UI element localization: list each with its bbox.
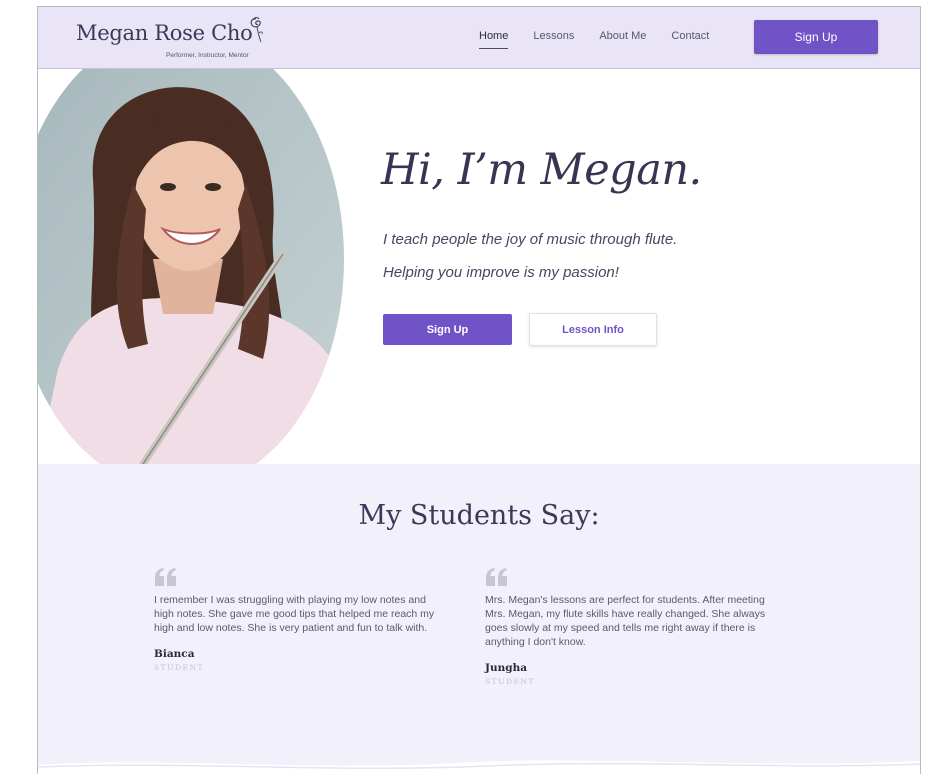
- testimonial-text: Mrs. Megan's lessons are perfect for stu…: [485, 594, 766, 648]
- quote-icon: [155, 568, 176, 586]
- hero-tagline-1: I teach people the joy of music through …: [383, 231, 678, 248]
- main-nav: Home Lessons About Me Contact: [479, 30, 734, 49]
- testimonial-card: I remember I was struggling with playing…: [154, 567, 444, 672]
- site-header: Megan Rose Cho Performer, Instructor, Me…: [38, 7, 920, 69]
- nav-home[interactable]: Home: [479, 30, 509, 49]
- brand-subtitle: Performer, Instructor, Mentor: [166, 52, 249, 59]
- testimonials-title: My Students Say:: [358, 500, 600, 531]
- testimonial-role: STUDENT: [154, 663, 205, 672]
- header-signup-button[interactable]: Sign Up: [754, 20, 878, 54]
- nav-about-me[interactable]: About Me: [599, 30, 646, 42]
- hero-photo: [38, 69, 344, 464]
- brand[interactable]: Megan Rose Cho Performer, Instructor, Me…: [76, 17, 263, 59]
- hero-signup-button[interactable]: Sign Up: [383, 314, 512, 345]
- rose-icon: [250, 17, 263, 43]
- hero-greeting: Hi, I’m Megan.: [381, 145, 702, 195]
- brand-name: Megan Rose Cho: [76, 21, 253, 45]
- testimonial-author: Bianca: [154, 648, 195, 660]
- quote-icon: [486, 568, 507, 586]
- hero-tagline-2: Helping you improve is my passion!: [383, 264, 619, 281]
- section-wave-divider: [38, 760, 920, 774]
- testimonial-author: Jungha: [485, 662, 528, 674]
- hero-section: Hi, I’m Megan. I teach people the joy of…: [38, 69, 920, 464]
- testimonial-role: STUDENT: [485, 677, 536, 686]
- testimonials-section: My Students Say: I remember I was strugg…: [38, 464, 920, 774]
- nav-lessons[interactable]: Lessons: [533, 30, 574, 42]
- lesson-info-button[interactable]: Lesson Info: [529, 313, 657, 346]
- nav-contact[interactable]: Contact: [671, 30, 709, 42]
- testimonial-text: I remember I was struggling with playing…: [154, 594, 435, 634]
- page-frame: Megan Rose Cho Performer, Instructor, Me…: [37, 6, 921, 774]
- testimonial-card: Mrs. Megan's lessons are perfect for stu…: [485, 567, 775, 686]
